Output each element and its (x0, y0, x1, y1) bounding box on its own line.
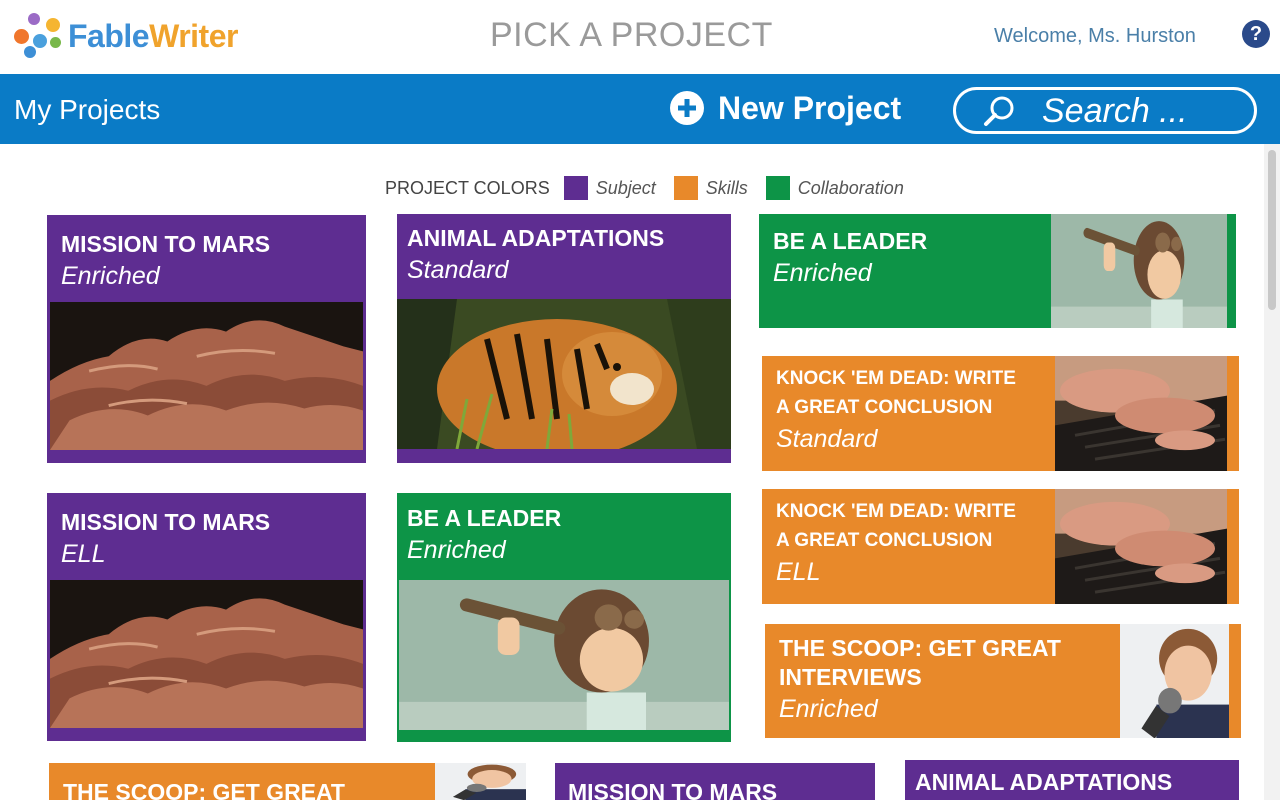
card-title: ANIMAL ADAPTATIONS (915, 769, 1173, 795)
legend-label-skills: Skills (705, 177, 748, 198)
hands-typing-image (1055, 489, 1227, 604)
plus-circle-icon (670, 91, 704, 125)
card-level: Enriched (407, 536, 506, 564)
card-title-line2: A GREAT CONCLUSION (776, 397, 993, 418)
card-title-line2: INTERVIEWS (779, 664, 922, 690)
legend-label-subject: Subject (595, 177, 656, 198)
boy-with-microphone-image (1120, 624, 1229, 738)
project-card-be-a-leader-enriched[interactable]: BE A LEADER Enriched (759, 214, 1236, 328)
project-card-animal-adaptations-partial[interactable]: ANIMAL ADAPTATIONS (905, 760, 1239, 800)
card-level: ELL (61, 540, 106, 568)
card-level: Standard (776, 425, 878, 453)
search-icon (984, 96, 1014, 126)
legend-title: PROJECT COLORS (385, 177, 550, 198)
page-title: PICK A PROJECT (490, 16, 773, 54)
card-title: MISSION TO MARS (61, 509, 271, 535)
subject-swatch (563, 176, 588, 200)
project-card-the-scoop-partial[interactable]: THE SCOOP: GET GREAT (49, 763, 405, 800)
card-title-line1: KNOCK 'EM DEAD: WRITE (776, 368, 1016, 389)
card-title: MISSION TO MARS (568, 779, 778, 800)
mars-terrain-image (50, 580, 363, 728)
card-title-line1: THE SCOOP: GET GREAT (779, 635, 1061, 661)
welcome-message: Welcome, Ms. Hurston (994, 25, 1196, 47)
project-card-knock-em-dead-ell[interactable]: KNOCK 'EM DEAD: WRITE A GREAT CONCLUSION… (762, 489, 1239, 604)
project-card-the-scoop-enriched[interactable]: THE SCOOP: GET GREAT INTERVIEWS Enriched (765, 624, 1241, 738)
project-card-mission-to-mars-partial[interactable]: MISSION TO MARS (555, 763, 875, 800)
new-project-button[interactable]: New Project (670, 88, 901, 128)
card-level: ELL (776, 558, 821, 586)
logo-dots-icon (12, 12, 68, 62)
card-level: Enriched (779, 695, 878, 723)
project-card-mission-to-mars-enriched[interactable]: MISSION TO MARS Enriched (47, 215, 366, 463)
mars-terrain-image (50, 302, 363, 450)
card-level: Enriched (61, 262, 160, 290)
hands-typing-image (1055, 356, 1227, 471)
project-card-knock-em-dead-standard[interactable]: KNOCK 'EM DEAD: WRITE A GREAT CONCLUSION… (762, 356, 1239, 471)
nav-bar: My Projects New Project (0, 74, 1280, 144)
logo-text: FableWriter (68, 18, 238, 54)
tiger-image (397, 299, 731, 449)
project-card-animal-adaptations-standard[interactable]: ANIMAL ADAPTATIONS Standard (397, 214, 731, 463)
card-title: MISSION TO MARS (61, 231, 271, 257)
project-colors-legend: PROJECT COLORS Subject Skills Collaborat… (385, 175, 922, 201)
my-projects-link[interactable]: My Projects (14, 94, 160, 126)
vertical-scrollbar[interactable] (1264, 144, 1280, 800)
card-title-line2: A GREAT CONCLUSION (776, 530, 993, 551)
search-input[interactable] (1042, 94, 1242, 128)
help-icon[interactable]: ? (1242, 20, 1270, 48)
top-header: FableWriter PICK A PROJECT Welcome, Ms. … (0, 0, 1280, 74)
child-with-telescope-image (1051, 214, 1227, 328)
card-level: Enriched (773, 259, 872, 287)
fablewriter-logo[interactable]: FableWriter (12, 12, 252, 62)
collaboration-swatch (765, 176, 790, 200)
skills-swatch (673, 176, 698, 200)
search-box[interactable] (953, 87, 1257, 134)
card-title: ANIMAL ADAPTATIONS (407, 225, 665, 251)
card-title-line1: KNOCK 'EM DEAD: WRITE (776, 501, 1016, 522)
project-card-be-a-leader-enriched-2[interactable]: BE A LEADER Enriched (397, 493, 731, 742)
card-title: BE A LEADER (773, 228, 928, 254)
project-card-mission-to-mars-ell[interactable]: MISSION TO MARS ELL (47, 493, 366, 741)
legend-label-collaboration: Collaboration (797, 177, 904, 198)
card-title: THE SCOOP: GET GREAT (63, 779, 345, 800)
card-title: BE A LEADER (407, 505, 562, 531)
child-with-telescope-image (399, 580, 729, 730)
boy-with-microphone-image (405, 763, 526, 800)
card-level: Standard (407, 256, 509, 284)
scroll-thumb[interactable] (1268, 150, 1276, 310)
new-project-label: New Project (718, 89, 902, 126)
